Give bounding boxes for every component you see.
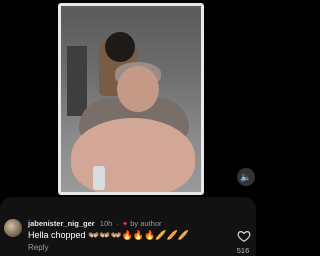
by-author-label: by author [130,219,162,228]
speaker-icon: 🔈 [240,171,252,182]
heart-icon[interactable] [237,229,251,243]
comment-time: 10h [99,219,113,228]
avatar[interactable] [4,219,22,237]
comment-username[interactable]: jabenister_nig_ger [28,219,95,228]
like-count: 516 [236,246,250,255]
mirror-selfie-image [58,3,204,195]
reply-button[interactable]: Reply [28,243,48,252]
video-player[interactable] [0,0,256,195]
comment-meta: jabenister_nig_ger 10h · ♥ by author [28,219,162,228]
mute-toggle-button[interactable]: 🔈 [237,168,255,186]
meta-separator: · [116,219,119,228]
comment-text: Hella chopped 👐🏼👐🏼👐🏼🔥🔥🔥🥖🥖🥖 [28,230,189,240]
author-heart-icon: ♥ [123,221,128,228]
